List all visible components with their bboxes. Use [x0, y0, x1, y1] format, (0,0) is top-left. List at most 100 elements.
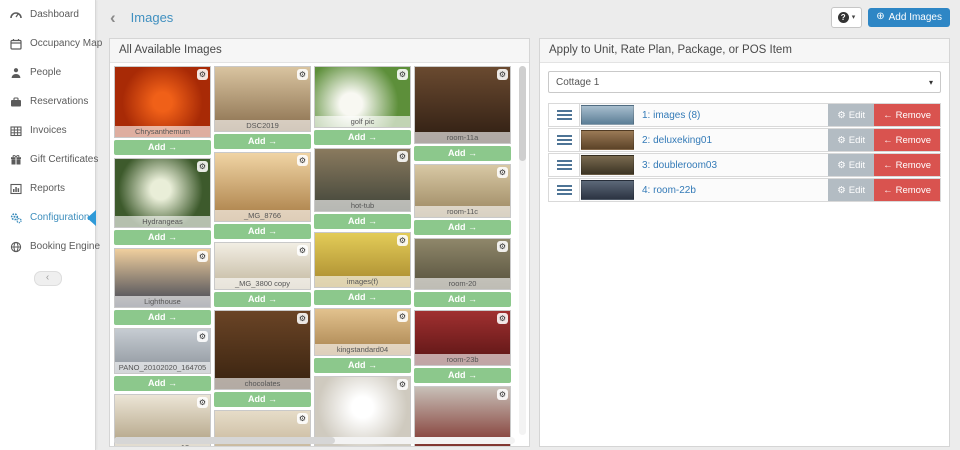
- gear-icon[interactable]: ⚙: [397, 311, 408, 322]
- edit-button[interactable]: ⚙ Edit: [828, 154, 875, 176]
- image-thumbnail[interactable]: ⚙ Lighthouse: [114, 248, 211, 308]
- add-image-button[interactable]: Add →: [214, 224, 311, 239]
- sidebar-item-booking-engine[interactable]: Booking Engine: [0, 232, 100, 261]
- sidebar-item-people[interactable]: People: [0, 58, 95, 87]
- sidebar-item-label: Gift Certificates: [30, 154, 99, 165]
- add-image-button[interactable]: Add →: [114, 376, 211, 391]
- remove-button[interactable]: ← Remove: [874, 179, 940, 201]
- add-image-button[interactable]: Add →: [314, 214, 411, 229]
- add-image-button[interactable]: Add →: [314, 358, 411, 373]
- image-thumbnail[interactable]: ⚙ images(f): [314, 232, 411, 288]
- drag-handle-icon[interactable]: [549, 154, 580, 176]
- image-thumbnail[interactable]: ⚙ Chrysanthemum: [114, 66, 211, 138]
- drag-handle-icon[interactable]: [549, 179, 580, 201]
- right-arrow-icon: →: [168, 232, 177, 242]
- image-thumbnail[interactable]: ⚙ Hydrangeas: [114, 158, 211, 228]
- gear-icon[interactable]: ⚙: [497, 313, 508, 324]
- gear-icon: ⚙: [837, 184, 846, 196]
- image-thumbnail[interactable]: ⚙ golf pic: [314, 66, 411, 128]
- gear-icon[interactable]: ⚙: [297, 413, 308, 424]
- edit-button[interactable]: ⚙ Edit: [828, 179, 875, 201]
- image-name: Lighthouse: [115, 296, 210, 307]
- drag-handle-icon[interactable]: [549, 104, 580, 126]
- image-name: _MG_3800 copy: [215, 278, 310, 289]
- sidebar-collapse-button[interactable]: ‹: [33, 271, 62, 286]
- vertical-scrollbar[interactable]: [519, 66, 526, 435]
- sidebar-item-dashboard[interactable]: Dashboard: [0, 0, 95, 29]
- gear-icon[interactable]: ⚙: [197, 251, 208, 262]
- gear-icon[interactable]: ⚙: [197, 161, 208, 172]
- gear-icon[interactable]: ⚙: [297, 155, 308, 166]
- drag-handle-icon[interactable]: [549, 129, 580, 151]
- image-thumbnail[interactable]: ⚙ _MG_8766: [214, 152, 311, 222]
- horizontal-scrollbar[interactable]: [114, 437, 515, 444]
- image-thumbnail[interactable]: ⚙ room-11a: [414, 66, 511, 144]
- sidebar-item-reports[interactable]: Reports: [0, 174, 95, 203]
- gear-icon[interactable]: ⚙: [197, 331, 208, 342]
- gear-icon[interactable]: ⚙: [297, 245, 308, 256]
- target-select[interactable]: Cottage 1 ▾: [548, 71, 941, 93]
- image-thumbnail[interactable]: ⚙ kingstandard04: [314, 308, 411, 356]
- image-thumbnail[interactable]: ⚙ room-20: [414, 238, 511, 290]
- sidebar: Dashboard Occupancy Map People Reservations…: [0, 0, 102, 450]
- sidebar-item-gift-certificates[interactable]: Gift Certificates: [0, 145, 99, 174]
- add-image-button[interactable]: Add →: [214, 134, 311, 149]
- sidebar-item-occupancy-map[interactable]: Occupancy Map: [0, 29, 102, 58]
- image-thumbnail[interactable]: ⚙ _MG_3800 copy: [214, 242, 311, 290]
- left-arrow-icon: ←: [883, 109, 893, 121]
- edit-button[interactable]: ⚙ Edit: [828, 104, 875, 126]
- row-thumbnail: [581, 180, 634, 200]
- gear-icon[interactable]: ⚙: [497, 241, 508, 252]
- remove-button[interactable]: ← Remove: [874, 104, 940, 126]
- add-images-button[interactable]: ⊕ Add Images: [868, 7, 950, 27]
- add-image-button[interactable]: Add →: [414, 292, 511, 307]
- gear-icon[interactable]: ⚙: [197, 397, 208, 408]
- right-arrow-icon: →: [368, 292, 377, 302]
- gear-icon[interactable]: ⚙: [497, 69, 508, 80]
- gear-icon[interactable]: ⚙: [197, 69, 208, 80]
- gear-icon[interactable]: ⚙: [297, 313, 308, 324]
- gear-icon[interactable]: ⚙: [497, 389, 508, 400]
- image-card: ⚙ room-20 Add →: [414, 238, 511, 307]
- image-thumbnail[interactable]: ⚙ PANO_20102020_164705: [114, 328, 211, 374]
- gear-icon[interactable]: ⚙: [297, 69, 308, 80]
- add-image-button[interactable]: Add →: [114, 230, 211, 245]
- image-link[interactable]: 4: room-22b: [642, 179, 696, 201]
- add-image-button[interactable]: Add →: [214, 292, 311, 307]
- image-thumbnail[interactable]: ⚙ hot-tub: [314, 148, 411, 212]
- edit-button[interactable]: ⚙ Edit: [828, 129, 875, 151]
- gear-icon[interactable]: ⚙: [397, 235, 408, 246]
- image-thumbnail[interactable]: ⚙ DSC2019: [214, 66, 311, 132]
- add-image-button[interactable]: Add →: [314, 290, 411, 305]
- sidebar-item-invoices[interactable]: Invoices: [0, 116, 95, 145]
- help-button[interactable]: ? ▾: [830, 6, 863, 28]
- remove-button[interactable]: ← Remove: [874, 154, 940, 176]
- image-name: room-23b: [415, 354, 510, 365]
- scrollbar-thumb[interactable]: [519, 66, 526, 161]
- gear-icon[interactable]: ⚙: [397, 379, 408, 390]
- add-image-button[interactable]: Add →: [214, 392, 311, 407]
- add-image-button[interactable]: Add →: [114, 310, 211, 325]
- image-thumbnail[interactable]: ⚙ chocolates: [214, 310, 311, 390]
- gear-icon[interactable]: ⚙: [497, 167, 508, 178]
- add-image-button[interactable]: Add →: [314, 130, 411, 145]
- add-image-button[interactable]: Add →: [414, 220, 511, 235]
- scrollbar-thumb[interactable]: [114, 437, 335, 444]
- image-link[interactable]: 3: doubleroom03: [642, 154, 717, 176]
- sidebar-item-configuration[interactable]: Configuration: [0, 203, 96, 232]
- back-button[interactable]: ‹: [110, 9, 116, 26]
- gear-icon[interactable]: ⚙: [397, 69, 408, 80]
- image-thumbnail[interactable]: ⚙: [314, 376, 411, 446]
- image-link[interactable]: 2: deluxeking01: [642, 129, 712, 151]
- image-thumbnail[interactable]: ⚙ room-23b: [414, 310, 511, 366]
- add-image-button[interactable]: Add →: [414, 368, 511, 383]
- image-link[interactable]: 1: images (8): [642, 104, 700, 126]
- gear-icon[interactable]: ⚙: [397, 151, 408, 162]
- right-panel-title: Apply to Unit, Rate Plan, Package, or PO…: [540, 39, 949, 63]
- image-thumbnail[interactable]: ⚙ room-11c: [414, 164, 511, 218]
- sidebar-item-reservations[interactable]: Reservations: [0, 87, 95, 116]
- remove-button[interactable]: ← Remove: [874, 129, 940, 151]
- add-image-button[interactable]: Add →: [414, 146, 511, 161]
- add-image-button[interactable]: Add →: [114, 140, 211, 155]
- gift-icon: [9, 154, 23, 166]
